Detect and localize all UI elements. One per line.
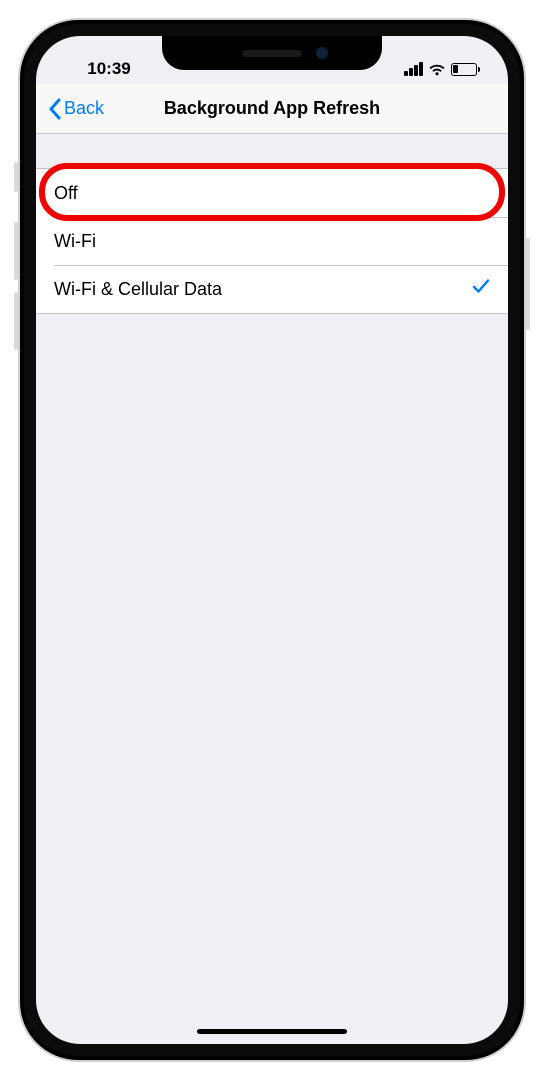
checkmark-icon [472, 277, 490, 301]
battery-icon [451, 63, 481, 76]
notch [162, 36, 382, 70]
option-label: Wi-Fi & Cellular Data [54, 279, 222, 300]
back-label: Back [64, 98, 104, 119]
option-wifi-cellular[interactable]: Wi-Fi & Cellular Data [36, 265, 508, 313]
front-camera [316, 47, 328, 59]
navigation-bar: Back Background App Refresh [36, 84, 508, 134]
options-list: Off Wi-Fi Wi-Fi & Cellular Data [36, 168, 508, 314]
volume-up-button [14, 222, 18, 280]
screen: 10:39 [36, 36, 508, 1044]
cellular-signal-icon [404, 62, 423, 76]
option-off[interactable]: Off [36, 169, 508, 217]
silence-switch [14, 162, 18, 192]
back-button[interactable]: Back [44, 94, 108, 124]
option-wifi[interactable]: Wi-Fi [36, 217, 508, 265]
option-label: Wi-Fi [54, 231, 96, 252]
wifi-icon [428, 63, 446, 76]
chevron-left-icon [48, 98, 61, 120]
speaker-grille [242, 50, 302, 57]
home-indicator[interactable] [197, 1029, 347, 1034]
status-time: 10:39 [64, 59, 154, 79]
device-frame: 10:39 [0, 0, 544, 1080]
power-button [526, 238, 530, 330]
option-label: Off [54, 183, 78, 204]
volume-down-button [14, 292, 18, 350]
content-area: Off Wi-Fi Wi-Fi & Cellular Data [36, 168, 508, 314]
